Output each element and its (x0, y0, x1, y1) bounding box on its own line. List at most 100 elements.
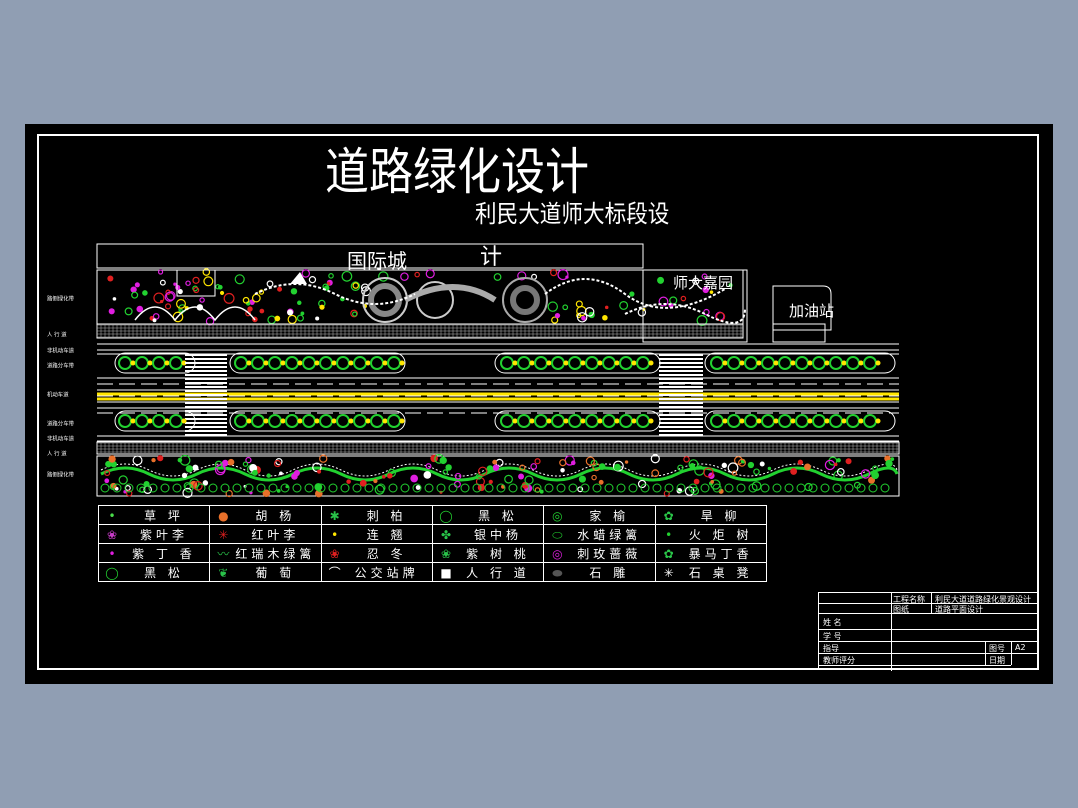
crosswalk-stripe (185, 366, 227, 368)
dot-icon: • (665, 527, 673, 542)
hedge-shrub (517, 414, 531, 428)
square-icon: ■ (440, 565, 452, 580)
asterisk-icon: ✳ (218, 527, 229, 542)
forsythia-shrub (875, 360, 881, 366)
hedge-shrub (820, 483, 830, 493)
crosswalk-stripe (659, 382, 703, 384)
hedge-shrub (172, 483, 182, 493)
hedge-shrub (812, 414, 826, 428)
legend-label: 暴马丁香 (688, 546, 753, 561)
plant-symbol (328, 273, 334, 279)
bus-stop-icon: ⌒ (328, 565, 341, 580)
field-advisor: 指导 (823, 644, 839, 653)
forsythia-shrub (648, 418, 654, 424)
plant-symbol (293, 470, 300, 477)
legend-label: 人 行 道 (466, 565, 530, 580)
plant-symbol (721, 462, 727, 469)
hedge-shrub (604, 483, 614, 493)
hedge-shrub (795, 356, 809, 370)
field-score: 教师评分 (823, 656, 855, 665)
plant-symbol (203, 276, 214, 287)
crosswalk-stripe (185, 390, 227, 392)
plant-symbol (559, 459, 567, 467)
plant-symbol (602, 314, 608, 321)
plant-symbol (112, 297, 117, 301)
plant-symbol (604, 305, 609, 310)
circle-icon: ◯ (439, 508, 453, 523)
row-label: 人 行 道 (47, 450, 67, 458)
hedge-shrub (268, 356, 282, 370)
forsythia-shrub (331, 360, 337, 366)
plant-symbol (410, 474, 419, 483)
legend-entry: ❦ 葡 萄 (209, 562, 322, 582)
crosswalk-stripe (659, 386, 703, 388)
forsythia-shrub (841, 360, 847, 366)
hedge-shrub (636, 356, 650, 370)
plant-symbol (181, 472, 188, 479)
drawing-subtitle: 利民大道师大标段设 (475, 200, 670, 228)
hedge-shrub (160, 483, 170, 493)
hedge-shrub (568, 356, 582, 370)
legend-label: 黑 松 (144, 565, 184, 580)
plant-symbol (134, 282, 140, 288)
plant-symbol (192, 276, 200, 284)
plant-symbol (276, 488, 281, 493)
legend-entry: ✤ 银中杨 (431, 524, 545, 544)
forsythia-shrub (773, 360, 779, 366)
forsythia-shrub (546, 418, 552, 424)
plant-symbol (279, 471, 283, 476)
forsythia-shrub (348, 360, 354, 366)
hedge-shrub (148, 483, 158, 493)
hedge-shrub (304, 483, 314, 493)
plant-symbol (693, 478, 700, 485)
hedge-shrub (616, 483, 626, 493)
plant-symbol (492, 464, 500, 471)
hedge-shrub (619, 414, 633, 428)
label-gas-station: 加油站 (789, 302, 835, 320)
plant-symbol (683, 456, 690, 463)
hedge-shrub (585, 356, 599, 370)
plant-symbol (107, 275, 114, 282)
flower-icon: ❀ (329, 546, 340, 561)
hedge-shrub (744, 356, 758, 370)
hedge-shrub (234, 356, 248, 370)
hedge-shrub (268, 483, 278, 493)
plant-symbol (797, 459, 803, 465)
hedge-shrub (880, 483, 890, 493)
crosswalk-stripe (185, 354, 227, 356)
crosswalk-stripe (659, 354, 703, 356)
legend-entry: ⬬ 石 雕 (543, 562, 656, 582)
hedge-shrub (761, 414, 775, 428)
hedge-shrub (424, 483, 434, 493)
plant-symbol (259, 308, 265, 314)
forsythia-shrub (580, 418, 586, 424)
hedge-shrub (761, 356, 775, 370)
plant-symbol (677, 464, 684, 471)
forsythia-shrub (614, 418, 620, 424)
plant-symbol (157, 269, 164, 275)
plant-symbol (266, 473, 271, 478)
hedge-shrub (727, 356, 741, 370)
forsythia-shrub (382, 418, 388, 424)
hedge-shrub (868, 483, 878, 493)
forsythia-shrub (314, 360, 320, 366)
circle-icon: ◯ (105, 565, 119, 580)
rock-icon: ⬬ (552, 565, 563, 580)
hedge-shrub (592, 483, 602, 493)
hedge-shrub (364, 483, 374, 493)
forsythia-shrub (348, 418, 354, 424)
plant-symbol (152, 313, 160, 320)
row-label: 机动车道 (47, 391, 69, 399)
row-label: 道路分车带 (47, 420, 75, 428)
forsythia-shrub (858, 418, 864, 424)
legend-label: 火 炬 树 (688, 527, 753, 542)
crosswalk-stripe (659, 394, 703, 396)
crosswalk-stripe (185, 358, 227, 360)
crosswalk-stripe (659, 390, 703, 392)
plant-symbol (767, 466, 772, 471)
hedge-shrub (448, 483, 458, 493)
forsythia-shrub (512, 360, 518, 366)
legend-label: 石 桌 凳 (688, 565, 753, 580)
hedge-shrub (256, 483, 266, 493)
hedge-shrub (353, 414, 367, 428)
